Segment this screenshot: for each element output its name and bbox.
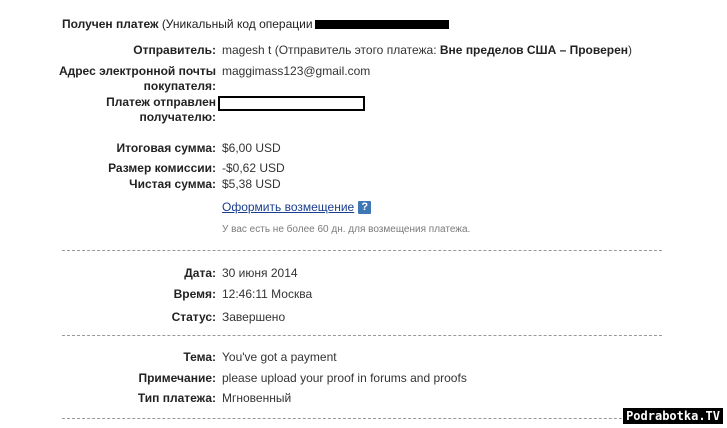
total-value: $6,00 USD [222,141,281,155]
total-row: Итоговая сумма: $6,00 USD [0,140,727,156]
sent-to-label-line2: получателю: [139,110,216,124]
sender-name: magesh t [222,43,272,57]
net-label: Чистая сумма: [129,177,216,191]
operation-id-label: (Уникальный код операции [161,17,313,31]
note-label: Примечание: [138,371,216,385]
sender-label: Отправитель: [133,43,216,57]
redacted-recipient [218,96,365,112]
refund-note-row: У вас есть не более 60 дн. для возмещени… [0,222,727,238]
sender-paren-suffix: ) [628,43,633,57]
sender-paren-prefix: (Отправитель этого платежа: [274,43,437,57]
payment-type-label: Тип платежа: [137,391,216,405]
date-value: 30 июня 2014 [222,266,298,280]
payment-received-header: Получен платеж (Уникальный код операции [62,17,449,33]
watermark: Podrabotka.TV [623,408,723,424]
issue-refund-link[interactable]: Оформить возмещение [222,200,354,214]
sender-value: magesh t (Отправитель этого платежа: Вне… [222,42,632,58]
subject-value: You've got a payment [222,350,337,364]
sent-to-value [218,95,365,112]
buyer-email-label: Адрес электронной почты покупателя: [59,64,216,94]
fee-label: Размер комиссии: [108,161,216,175]
divider-3 [62,418,662,419]
redacted-operation-id [314,20,449,29]
buyer-email-label-line2: покупателя: [143,79,216,93]
sent-to-row: Платеж отправлен получателю: [0,95,727,125]
refund-value: Оформить возмещение? [222,199,372,215]
sender-row: Отправитель: magesh t (Отправитель этого… [0,42,727,58]
time-value: 12:46:11 Москва [222,287,313,301]
payment-type-row: Тип платежа: Мгновенный [0,390,727,406]
status-label: Статус: [171,310,216,324]
note-row: Примечание: please upload your proof in … [0,370,727,386]
sent-to-label-line1: Платеж отправлен [106,95,216,109]
date-row: Дата: 30 июня 2014 [0,265,727,281]
buyer-email-row: Адрес электронной почты покупателя: magg… [0,64,727,94]
refund-row: Оформить возмещение? [0,199,727,215]
net-row: Чистая сумма: $5,38 USD [0,176,727,192]
refund-note: У вас есть не более 60 дн. для возмещени… [222,224,471,235]
status-value: Завершено [222,310,286,324]
time-row: Время: 12:46:11 Москва [0,286,727,302]
help-icon[interactable]: ? [358,201,372,215]
subject-row: Тема: You've got a payment [0,349,727,365]
divider-2 [62,335,662,336]
payment-received-title: Получен платеж [62,17,159,31]
status-row: Статус: Завершено [0,309,727,325]
net-value: $5,38 USD [222,177,281,191]
note-value: please upload your proof in forums and p… [222,371,467,385]
divider-1 [62,250,662,251]
total-label: Итоговая сумма: [116,141,216,155]
buyer-email-value: maggimass123@gmail.com [222,64,371,78]
subject-label: Тема: [183,350,216,364]
date-label: Дата: [184,266,216,280]
sent-to-label: Платеж отправлен получателю: [106,95,216,125]
fee-value: -$0,62 USD [222,161,285,175]
payment-type-value: Мгновенный [222,391,292,405]
buyer-email-label-line1: Адрес электронной почты [58,64,216,78]
time-label: Время: [173,287,216,301]
fee-row: Размер комиссии: -$0,62 USD [0,160,727,176]
sender-status: Вне пределов США – Проверен [439,43,629,57]
